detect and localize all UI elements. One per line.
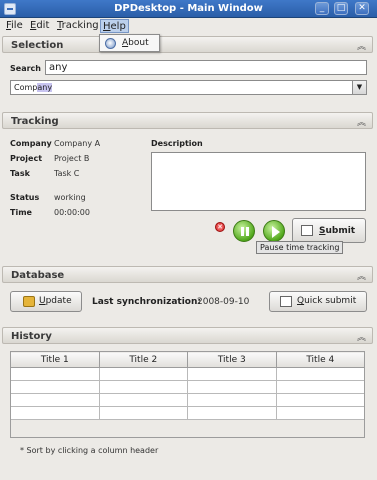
table-cell[interactable] xyxy=(187,406,277,420)
combo-text-prefix: Comp xyxy=(14,83,38,92)
update-button[interactable]: Update xyxy=(10,291,82,312)
column-header[interactable]: Title 4 xyxy=(275,351,365,368)
status-value: working xyxy=(54,193,86,202)
submit-button[interactable]: Submit xyxy=(292,218,366,243)
collapse-icon[interactable]: ︽ xyxy=(357,269,366,282)
history-title: History xyxy=(11,331,52,342)
tracking-header[interactable]: Tracking ︽ xyxy=(2,112,373,129)
stop-icon[interactable]: ✕ xyxy=(215,222,225,232)
description-label: Description xyxy=(151,139,203,148)
close-button[interactable]: ✕ xyxy=(355,2,369,15)
selection-header[interactable]: Selection ︽ xyxy=(2,36,373,53)
project-value: Project B xyxy=(54,154,90,163)
table-cell[interactable] xyxy=(10,367,100,381)
quick-submit-button[interactable]: Quick submit xyxy=(269,291,367,312)
collapse-icon[interactable]: ︽ xyxy=(357,39,366,52)
table-cell[interactable] xyxy=(10,393,100,407)
time-value: 00:00:00 xyxy=(54,208,90,217)
table-row[interactable] xyxy=(10,393,365,407)
pause-tooltip: Pause time tracking xyxy=(256,241,344,254)
column-header[interactable]: Title 1 xyxy=(10,351,100,368)
menu-help[interactable]: Help xyxy=(100,19,129,33)
title-bar: DPDesktop - Main Window _ □ ✕ xyxy=(0,0,377,18)
menu-edit[interactable]: Edit xyxy=(28,19,51,33)
menu-tracking[interactable]: Tracking xyxy=(55,19,101,33)
quick-submit-label: Quick submit xyxy=(297,296,357,306)
chevron-down-icon[interactable]: ▼ xyxy=(352,81,366,94)
table-cell[interactable] xyxy=(98,367,188,381)
project-label: Project xyxy=(10,154,43,163)
task-label: Task xyxy=(10,169,30,178)
collapse-icon[interactable]: ︽ xyxy=(357,115,366,128)
submit-label: Submit xyxy=(319,226,356,236)
table-cell[interactable] xyxy=(98,380,188,394)
table-cell[interactable] xyxy=(275,393,365,407)
pause-button[interactable] xyxy=(233,220,255,242)
update-icon xyxy=(23,296,35,307)
sync-value: 2008-09-10 xyxy=(197,297,250,307)
search-label: Search xyxy=(10,64,41,73)
history-header[interactable]: History ︽ xyxy=(2,327,373,344)
collapse-icon[interactable]: ︽ xyxy=(357,330,366,343)
submit-icon xyxy=(301,225,313,236)
table-cell[interactable] xyxy=(187,367,277,381)
search-input[interactable]: any xyxy=(45,60,367,75)
table-cell[interactable] xyxy=(275,380,365,394)
history-table: Title 1 Title 2 Title 3 Title 4 xyxy=(10,351,365,420)
info-icon xyxy=(105,38,116,49)
company-combo[interactable]: Company ▼ xyxy=(10,80,367,95)
database-header[interactable]: Database ︽ xyxy=(2,266,373,283)
table-cell[interactable] xyxy=(275,406,365,420)
table-cell[interactable] xyxy=(10,406,100,420)
description-textarea[interactable] xyxy=(151,152,366,211)
table-cell[interactable] xyxy=(10,380,100,394)
table-row[interactable] xyxy=(10,406,365,420)
column-header[interactable]: Title 2 xyxy=(98,351,188,368)
table-cell[interactable] xyxy=(98,393,188,407)
table-cell[interactable] xyxy=(275,367,365,381)
table-cell[interactable] xyxy=(187,380,277,394)
quick-submit-icon xyxy=(280,296,292,307)
status-label: Status xyxy=(10,193,40,202)
play-button[interactable] xyxy=(263,220,285,242)
table-cell[interactable] xyxy=(187,393,277,407)
selection-title: Selection xyxy=(11,40,64,51)
help-menu-about[interactable]: About xyxy=(99,34,160,52)
table-row[interactable] xyxy=(10,380,365,394)
table-header-row: Title 1 Title 2 Title 3 Title 4 xyxy=(10,351,365,368)
menu-bar: File Edit Tracking Help xyxy=(0,18,377,34)
play-icon xyxy=(272,226,280,238)
time-label: Time xyxy=(10,208,32,217)
sync-label: Last synchronization: xyxy=(92,297,201,307)
table-cell[interactable] xyxy=(98,406,188,420)
maximize-button[interactable]: □ xyxy=(334,2,348,15)
company-label: Company xyxy=(10,139,52,148)
table-row[interactable] xyxy=(10,367,365,381)
task-value: Task C xyxy=(54,169,80,178)
update-label: Update xyxy=(39,296,72,306)
tracking-title: Tracking xyxy=(11,116,59,127)
combo-text-highlight: any xyxy=(37,83,53,92)
sort-footnote: * Sort by clicking a column header xyxy=(20,446,159,455)
menu-file[interactable]: File xyxy=(4,19,25,33)
minimize-button[interactable]: _ xyxy=(315,2,329,15)
column-header[interactable]: Title 3 xyxy=(187,351,277,368)
company-value: Company A xyxy=(54,139,101,148)
about-label: About xyxy=(122,38,149,48)
database-title: Database xyxy=(11,270,65,281)
